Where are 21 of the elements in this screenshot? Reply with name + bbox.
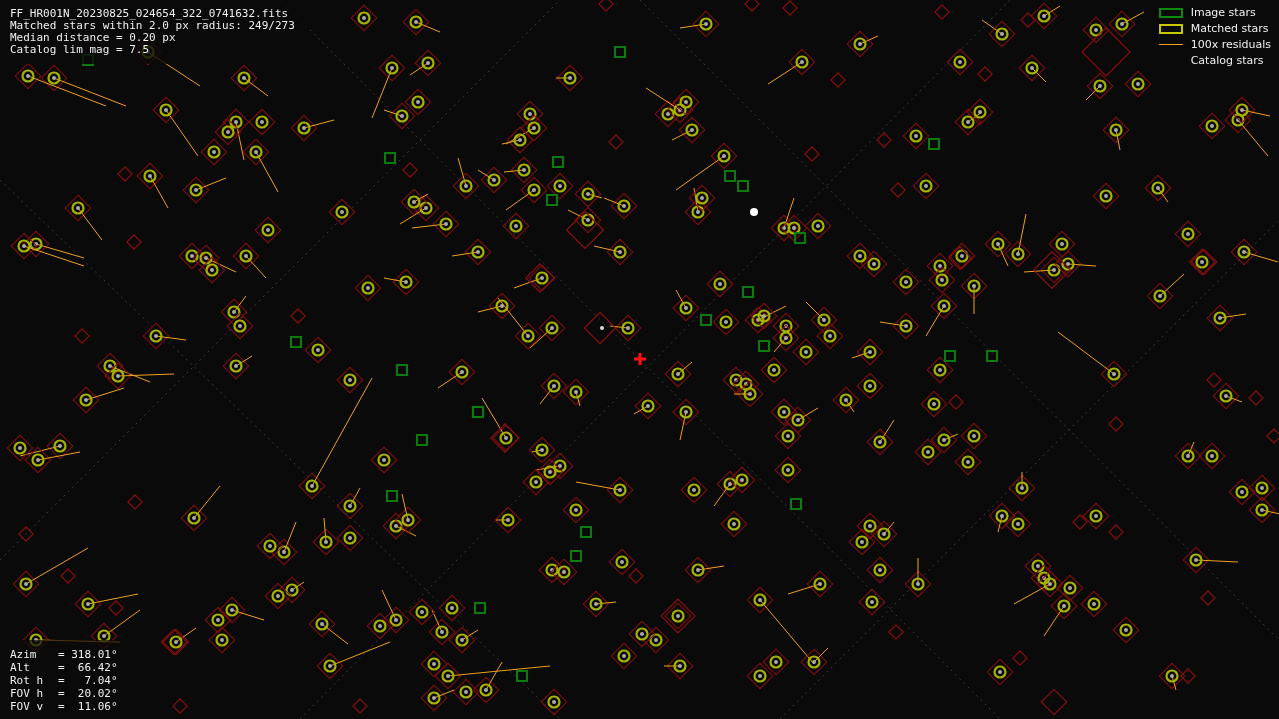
info-text: Catalog lim mag = 7.5: [10, 44, 151, 56]
legend-label: Matched stars: [1190, 22, 1269, 35]
pointing-value: = 11.06°: [58, 700, 118, 713]
info-text: Median distance = 0.20 px: [10, 32, 177, 44]
legend-label: Catalog stars: [1190, 54, 1264, 67]
pointing-label: FOV h: [10, 687, 45, 700]
pointing-value: = 7.04°: [58, 674, 118, 687]
pointing-value: = 20.02°: [58, 687, 118, 700]
pointing-label: Rot h: [10, 674, 45, 687]
legend-label: 100x residuals: [1190, 38, 1271, 51]
pointing-value: = 66.42°: [58, 661, 118, 674]
legend-swatch-icon: [1158, 23, 1183, 34]
pointing-value: = 318.01°: [58, 648, 118, 661]
pointing-label: Azim: [10, 648, 38, 661]
info-text: Matched stars within 2.0 px radius: 249/273: [10, 20, 295, 32]
pointing-label: Alt: [10, 661, 31, 674]
legend-label: Image stars: [1190, 6, 1256, 19]
legend-swatch-icon: [1158, 7, 1183, 18]
legend-line-icon: [1158, 44, 1183, 45]
pointing-label: FOV v: [10, 700, 45, 713]
info-text: FF_HR001N_20230825_024654_322_0741632.fits: [10, 8, 290, 20]
